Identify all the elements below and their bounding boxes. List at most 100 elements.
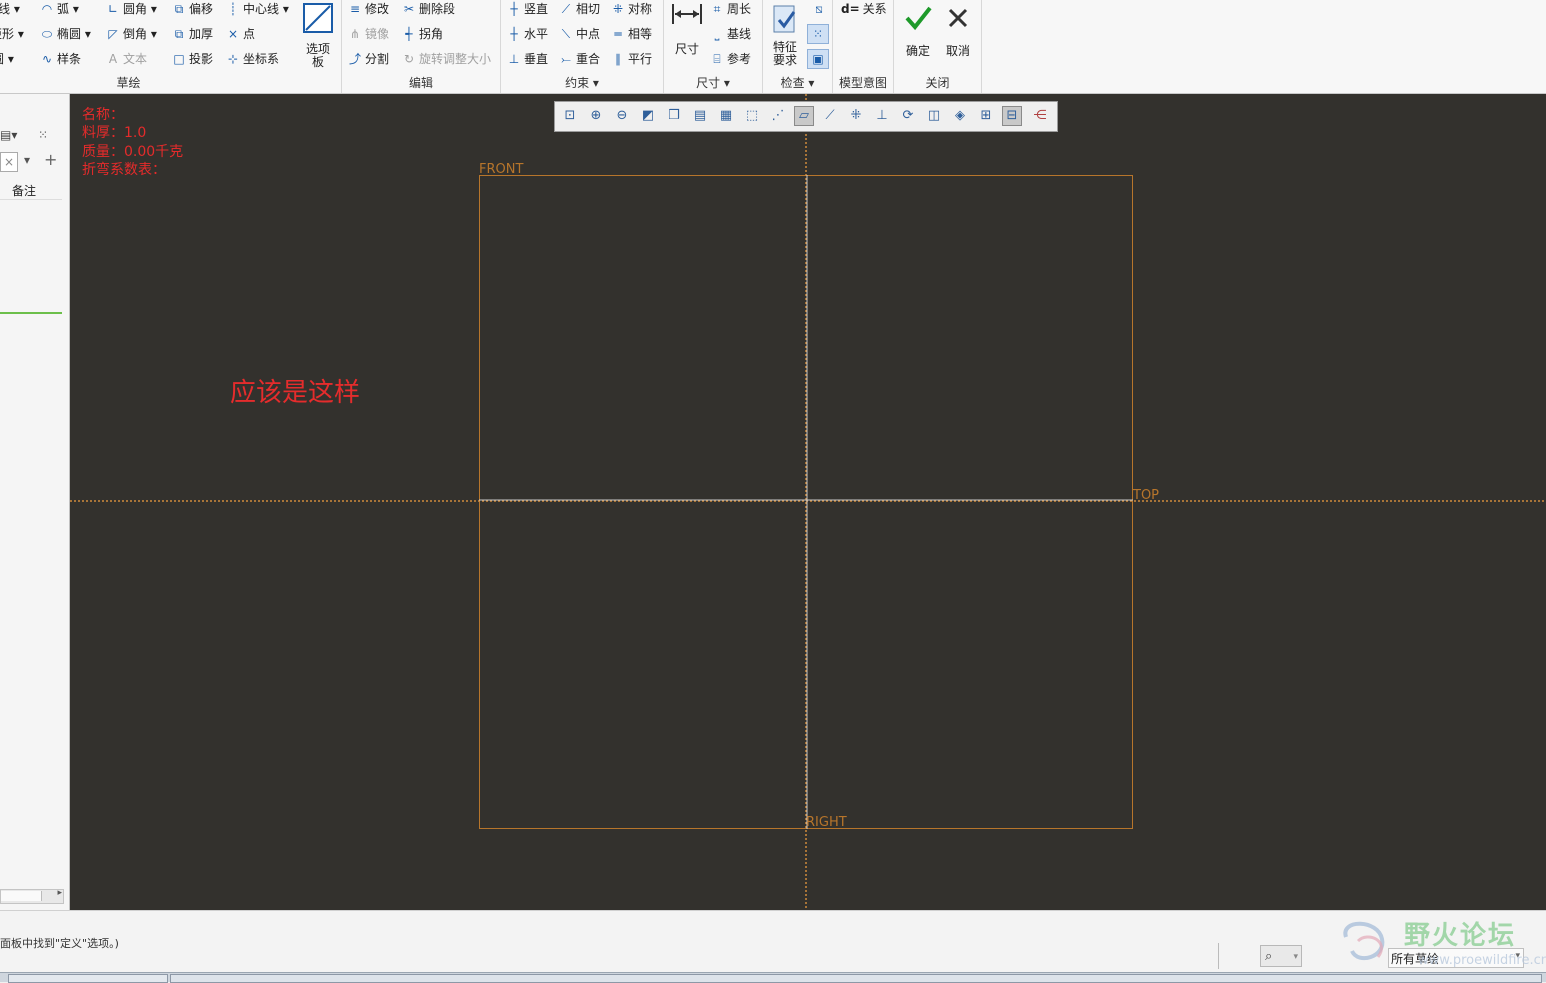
group-constrain-title[interactable]: 约束 ▾ bbox=[501, 74, 663, 91]
spline-tool[interactable]: ∿ 样条 bbox=[40, 50, 81, 68]
watermark-url: www.proewildfire.cn bbox=[1418, 953, 1546, 968]
group-dimension-title[interactable]: 尺寸 ▾ bbox=[664, 74, 762, 91]
zoom-in-icon[interactable]: ⊕ bbox=[587, 107, 605, 125]
rectangle-tool[interactable]: 矩形 ▾ bbox=[0, 25, 24, 43]
text-tool[interactable]: A 文本 bbox=[106, 50, 147, 68]
find-button[interactable]: ⌕ ▾ bbox=[1260, 945, 1302, 967]
clear-search-icon[interactable]: × bbox=[0, 152, 18, 172]
relations-icon: d= bbox=[841, 2, 860, 16]
dimension-button[interactable]: 尺寸 bbox=[668, 2, 706, 56]
perimeter-tool[interactable]: ⌗ 周长 bbox=[710, 0, 751, 18]
spin-center-icon[interactable]: ⊟ bbox=[1002, 106, 1022, 126]
line-tool[interactable]: 线 ▾ bbox=[0, 0, 20, 18]
circle-tool[interactable]: 圆 ▾ bbox=[0, 50, 14, 68]
ok-button[interactable]: 确定 bbox=[900, 4, 936, 58]
horizontal-constraint[interactable]: ┼ 水平 bbox=[507, 25, 548, 43]
coordsys-tool[interactable]: ⊹ 坐标系 bbox=[226, 50, 279, 68]
highlight-open-ends-icon[interactable]: ◈ bbox=[951, 107, 969, 125]
disp-grid-icon[interactable]: ⊥ bbox=[873, 107, 891, 125]
horizontal-icon: ┼ bbox=[510, 27, 518, 41]
tree-toolbar: ▤▾ ⁙ bbox=[0, 126, 69, 148]
divide-tool[interactable]: ⤴ 分割 bbox=[348, 50, 389, 68]
zoom-out-icon[interactable]: ⊖ bbox=[613, 107, 631, 125]
offset-tool[interactable]: ⧉ 偏移 bbox=[172, 0, 213, 18]
perspective-icon[interactable]: ⬚ bbox=[743, 107, 761, 125]
tangent-label: 相切 bbox=[576, 2, 601, 16]
network-icon[interactable]: ⋲ bbox=[1031, 107, 1049, 125]
scroll-right-icon[interactable]: ▸ bbox=[57, 888, 62, 898]
modify-tool[interactable]: ≡ 修改 bbox=[348, 0, 389, 18]
equal-label: 相等 bbox=[628, 27, 653, 41]
saved-orientations-icon[interactable]: ▤ bbox=[691, 107, 709, 125]
tree-settings-icon[interactable]: ▤▾ bbox=[0, 128, 17, 142]
chamfer-tool[interactable]: ◸ 倒角 ▾ bbox=[106, 25, 156, 43]
baseline-tool[interactable]: ⎵ 基线 bbox=[710, 25, 751, 43]
disp-vertices-icon[interactable]: ⟳ bbox=[899, 107, 917, 125]
centerline-tool[interactable]: ┊ 中心线 ▾ bbox=[226, 0, 288, 18]
feature-requirements-button[interactable]: 特征 要求 bbox=[767, 2, 803, 67]
rotate-resize-tool[interactable]: ↻ 旋转调整大小 bbox=[402, 50, 491, 68]
rotate-resize-label: 旋转调整大小 bbox=[419, 52, 492, 66]
parallel-label: 平行 bbox=[628, 52, 653, 66]
tree-filter-icon[interactable]: ⁙ bbox=[38, 128, 48, 142]
thicken-tool[interactable]: ⧉ 加厚 bbox=[172, 25, 213, 43]
ellipse-tool[interactable]: ⬭ 椭圆 ▾ bbox=[40, 25, 91, 43]
reference-tool[interactable]: ⌸ 参考 bbox=[710, 50, 751, 68]
ribbon: 线 ▾ 矩形 ▾ 圆 ▾ ◠弧 ▾ ⬭椭圆 ▾ ∿样条 ∟圆角 ▾ ◸倒角 ▾ … bbox=[0, 0, 1546, 94]
vertical-label: 竖直 bbox=[524, 2, 549, 16]
delete-segment-tool[interactable]: ✂ 删除段 bbox=[402, 0, 455, 18]
rotate-resize-icon: ↻ bbox=[403, 52, 415, 66]
options-panel-label: 选项板 bbox=[306, 42, 331, 69]
midpoint-icon: ⟍ bbox=[561, 27, 571, 41]
symmetric-icon: ⁜ bbox=[612, 2, 624, 16]
shade-closed-icon[interactable]: ◫ bbox=[925, 107, 943, 125]
point-tool[interactable]: × 点 bbox=[226, 25, 255, 43]
vertical-constraint[interactable]: ┼ 竖直 bbox=[507, 0, 548, 18]
cancel-button[interactable]: 取消 bbox=[940, 4, 976, 58]
offset-label: 偏移 bbox=[189, 2, 214, 16]
parallel-icon: ∥ bbox=[615, 52, 621, 66]
corner-tool[interactable]: ┽ 拐角 bbox=[402, 25, 443, 43]
overlap-check-icon[interactable]: ⧅ bbox=[809, 0, 829, 18]
group-inspect-title[interactable]: 检查 ▾ bbox=[763, 74, 832, 91]
dimension-icon bbox=[672, 4, 702, 24]
spline-icon: ∿ bbox=[41, 52, 53, 66]
dropdown-arrow-icon[interactable]: ▾ bbox=[24, 153, 30, 167]
fillet-tool[interactable]: ∟ 圆角 ▾ bbox=[106, 0, 157, 18]
baseline-label: 基线 bbox=[727, 27, 752, 41]
mirror-tool[interactable]: ⋔ 镜像 bbox=[348, 25, 389, 43]
sketch-canvas[interactable]: 名称： 料厚：1.0 质量：0.00千克 折弯系数表： 应该是这样 FRONT … bbox=[70, 94, 1546, 910]
options-panel-button[interactable]: 选项板 bbox=[300, 2, 336, 69]
refit-icon[interactable]: ⊡ bbox=[561, 107, 579, 125]
shade-closed-loops-check-icon[interactable]: ▣ bbox=[807, 49, 829, 69]
symmetric-constraint[interactable]: ⁜ 对称 bbox=[611, 0, 652, 18]
modify-label: 修改 bbox=[365, 2, 390, 16]
point-icon: × bbox=[227, 27, 239, 41]
coincident-constraint[interactable]: ⤚ 重合 bbox=[559, 50, 600, 68]
equal-constraint[interactable]: ═ 相等 bbox=[611, 25, 652, 43]
midpoint-constraint[interactable]: ⟍ 中点 bbox=[559, 25, 600, 43]
highlight-open-ends-check-icon[interactable]: ⁙ bbox=[807, 24, 829, 44]
overlap-geometry-icon[interactable]: ⊞ bbox=[977, 107, 995, 125]
relations-tool[interactable]: d= 关系 bbox=[841, 0, 887, 18]
project-tool[interactable]: □ 投影 bbox=[172, 50, 213, 68]
offset-icon: ⧉ bbox=[174, 2, 184, 16]
horizontal-scrollbar[interactable]: ▸ bbox=[0, 888, 64, 904]
disp-dims-icon[interactable]: ⟋ bbox=[821, 107, 839, 125]
arc-tool[interactable]: ◠ 弧 ▾ bbox=[40, 0, 79, 18]
add-column-icon[interactable]: + bbox=[44, 150, 57, 169]
repaint-icon[interactable]: ◩ bbox=[639, 107, 657, 125]
dimension-big-label: 尺寸 bbox=[674, 42, 699, 56]
parallel-constraint[interactable]: ∥ 平行 bbox=[611, 50, 652, 68]
scrollbar-thumb[interactable] bbox=[1, 891, 42, 901]
taskbar-item[interactable] bbox=[8, 974, 168, 983]
tangent-constraint[interactable]: ⟋ 相切 bbox=[559, 0, 600, 18]
plane-display-icon[interactable]: ⋰ bbox=[769, 107, 787, 125]
view-manager-icon[interactable]: ▦ bbox=[717, 107, 735, 125]
perpendicular-constraint[interactable]: ⊥ 垂直 bbox=[507, 50, 548, 68]
disp-constraints-icon[interactable]: ⁜ bbox=[847, 107, 865, 125]
sketch-view-icon[interactable]: ▱ bbox=[794, 106, 814, 126]
display-style-icon[interactable]: ❒ bbox=[665, 107, 683, 125]
centerline-icon: ┊ bbox=[229, 2, 237, 16]
taskbar-item[interactable] bbox=[170, 974, 1542, 983]
